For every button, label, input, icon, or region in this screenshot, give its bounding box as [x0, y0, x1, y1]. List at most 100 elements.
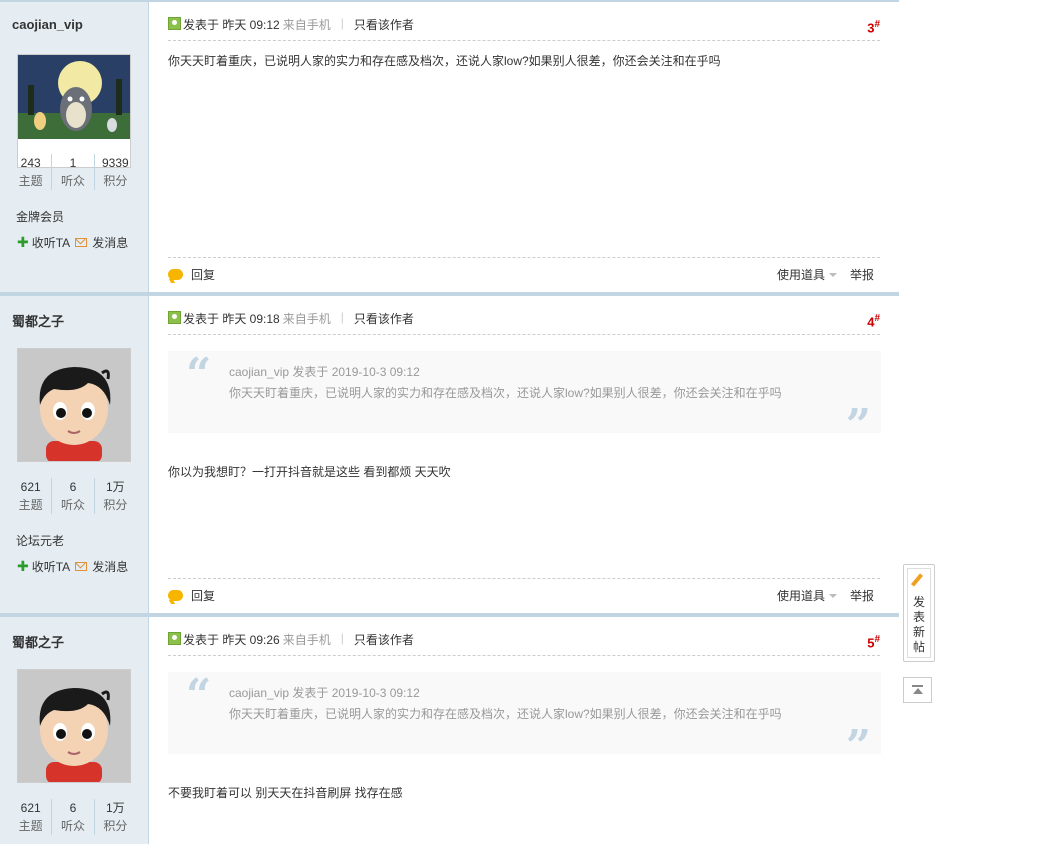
- use-tools-menu[interactable]: 使用道具: [777, 266, 825, 283]
- quote-header: caojian_vip 发表于 2019-10-3 09:12: [229, 365, 420, 379]
- post-5: 蜀都之子 621 主题 6 听众 1万 积分 发表于 昨天 09:26 来自手机…: [0, 613, 899, 844]
- stat-threads[interactable]: 621 主题: [10, 478, 51, 514]
- stat-followers[interactable]: 1 听众: [51, 154, 93, 190]
- author-name[interactable]: 蜀都之子: [12, 632, 64, 651]
- new-post-char: 表: [912, 610, 925, 624]
- plus-icon: ✚: [17, 234, 29, 250]
- only-author-link[interactable]: 只看该作者: [354, 310, 414, 327]
- new-post-char: 帖: [912, 640, 925, 654]
- post-3: caojian_vip 243 主题 1 听众 9339 积分 金牌会员 ✚ 收…: [0, 0, 899, 292]
- stat-points[interactable]: 9339 积分: [93, 154, 136, 190]
- only-author-link[interactable]: 只看该作者: [354, 16, 414, 33]
- quote-text: 你天天盯着重庆，已说明人家的实力和存在感及档次，还说人家low?如果别人很差，你…: [229, 707, 782, 721]
- post-content: 不要我盯着可以 别天天在抖音刷屏 找存在感: [168, 786, 403, 800]
- author-actions: ✚ 收听TA 发消息: [17, 558, 128, 575]
- post-source: 来自手机: [282, 633, 331, 647]
- follow-button[interactable]: 收听TA: [32, 558, 70, 575]
- online-icon: [168, 17, 181, 30]
- online-icon: [168, 632, 181, 645]
- only-author-link[interactable]: 只看该作者: [354, 631, 414, 648]
- reply-button[interactable]: 回复: [168, 266, 215, 283]
- send-message-button[interactable]: 发消息: [92, 234, 128, 251]
- author-stats: 243 主题 1 听众 9339 积分: [10, 154, 136, 190]
- post-body: 发表于 昨天 09:18 来自手机 | 只看该作者 4# “ caojian_v…: [149, 296, 899, 613]
- stat-followers[interactable]: 6 听众: [51, 478, 93, 514]
- post-header: 发表于 昨天 09:26 来自手机 | 只看该作者 5#: [168, 631, 880, 656]
- report-link[interactable]: 举报: [850, 266, 874, 283]
- floor-number[interactable]: 3#: [867, 19, 880, 35]
- floor-hash: #: [874, 19, 880, 30]
- open-quote-icon: “: [186, 670, 212, 721]
- cartoon-boy-avatar-image: [18, 349, 130, 461]
- post-time: 发表于 昨天 09:12: [183, 18, 280, 32]
- floor-number[interactable]: 5#: [867, 634, 880, 650]
- author-stats: 621 主题 6 听众 1万 积分: [10, 799, 136, 835]
- floor-hash: #: [874, 634, 880, 645]
- reply-icon: [168, 590, 183, 601]
- author-panel: 蜀都之子 621 主题 6 听众 1万 积分: [0, 617, 149, 844]
- quote-text: 你天天盯着重庆，已说明人家的实力和存在感及档次，还说人家low?如果别人很差，你…: [229, 386, 782, 400]
- user-level[interactable]: 论坛元老: [16, 532, 64, 549]
- post-tools: 使用道具 举报: [777, 587, 874, 604]
- author-name[interactable]: 蜀都之子: [12, 311, 64, 330]
- new-post-label: 发表新帖: [904, 595, 934, 655]
- new-post-char: 发: [912, 595, 925, 609]
- stat-threads[interactable]: 243 主题: [10, 154, 51, 190]
- author-stats: 621 主题 6 听众 1万 积分: [10, 478, 136, 514]
- pencil-icon: [910, 573, 924, 587]
- author-actions: ✚ 收听TA 发消息: [17, 234, 128, 251]
- avatar[interactable]: [17, 54, 131, 168]
- header-divider: |: [340, 310, 344, 324]
- mail-icon: [75, 238, 88, 247]
- follow-button[interactable]: 收听TA: [32, 234, 70, 251]
- stat-threads[interactable]: 621 主题: [10, 799, 51, 835]
- totoro-avatar-image: [18, 55, 130, 139]
- caret-down-icon: [828, 593, 837, 598]
- plus-icon: ✚: [17, 558, 29, 574]
- post-body: 发表于 昨天 09:26 来自手机 | 只看该作者 5# “ caojian_v…: [149, 617, 899, 844]
- stat-followers[interactable]: 6 听众: [51, 799, 93, 835]
- header-divider: |: [340, 16, 344, 30]
- post-header: 发表于 昨天 09:18 来自手机 | 只看该作者 4#: [168, 310, 880, 335]
- user-level[interactable]: 金牌会员: [16, 208, 64, 225]
- post-tools: 使用道具 举报: [777, 266, 874, 283]
- back-to-top-icon: [912, 685, 923, 696]
- author-panel: caojian_vip 243 主题 1 听众 9339 积分 金牌会员 ✚ 收…: [0, 2, 149, 292]
- cartoon-boy-avatar-image: [18, 670, 130, 782]
- post-header: 发表于 昨天 09:12 来自手机 | 只看该作者 3#: [168, 16, 880, 41]
- post-time: 发表于 昨天 09:18: [183, 312, 280, 326]
- post-content: 你以为我想盯？一打开抖音就是这些 看到都烦 天天吹: [168, 465, 451, 479]
- quote-block: “ caojian_vip 发表于 2019-10-3 09:12 你天天盯着重…: [168, 670, 881, 772]
- new-post-char: 新: [912, 625, 925, 639]
- quote-block: “ caojian_vip 发表于 2019-10-3 09:12 你天天盯着重…: [168, 349, 881, 451]
- reply-button[interactable]: 回复: [168, 587, 215, 604]
- post-footer: 回复 使用道具 举报: [168, 257, 880, 288]
- stat-points[interactable]: 1万 积分: [93, 799, 136, 835]
- thread: caojian_vip 243 主题 1 听众 9339 积分 金牌会员 ✚ 收…: [0, 0, 899, 844]
- report-link[interactable]: 举报: [850, 587, 874, 604]
- post-source: 来自手机: [282, 18, 331, 32]
- open-quote-icon: “: [186, 349, 212, 400]
- stat-points[interactable]: 1万 积分: [93, 478, 136, 514]
- back-to-top-button[interactable]: [903, 677, 932, 703]
- use-tools-menu[interactable]: 使用道具: [777, 587, 825, 604]
- header-divider: |: [340, 631, 344, 645]
- post-time: 发表于 昨天 09:26: [183, 633, 280, 647]
- send-message-button[interactable]: 发消息: [92, 558, 128, 575]
- floor-number[interactable]: 4#: [867, 313, 880, 329]
- online-icon: [168, 311, 181, 324]
- avatar[interactable]: [17, 669, 131, 783]
- close-quote-icon: ”: [845, 400, 871, 451]
- close-quote-icon: ”: [845, 721, 871, 772]
- post-source: 来自手机: [282, 312, 331, 326]
- author-panel: 蜀都之子 621 主题 6 听众 1万 积分: [0, 296, 149, 613]
- post-body: 发表于 昨天 09:12 来自手机 | 只看该作者 3# 你天天盯着重庆，已说明…: [149, 2, 899, 292]
- quote-header: caojian_vip 发表于 2019-10-3 09:12: [229, 686, 420, 700]
- mail-icon: [75, 562, 88, 571]
- floor-hash: #: [874, 313, 880, 324]
- new-post-button[interactable]: 发表新帖: [903, 564, 935, 662]
- author-name[interactable]: caojian_vip: [12, 17, 83, 32]
- reply-icon: [168, 269, 183, 280]
- post-content: 你天天盯着重庆，已说明人家的实力和存在感及档次，还说人家low?如果别人很差，你…: [168, 54, 721, 68]
- avatar[interactable]: [17, 348, 131, 462]
